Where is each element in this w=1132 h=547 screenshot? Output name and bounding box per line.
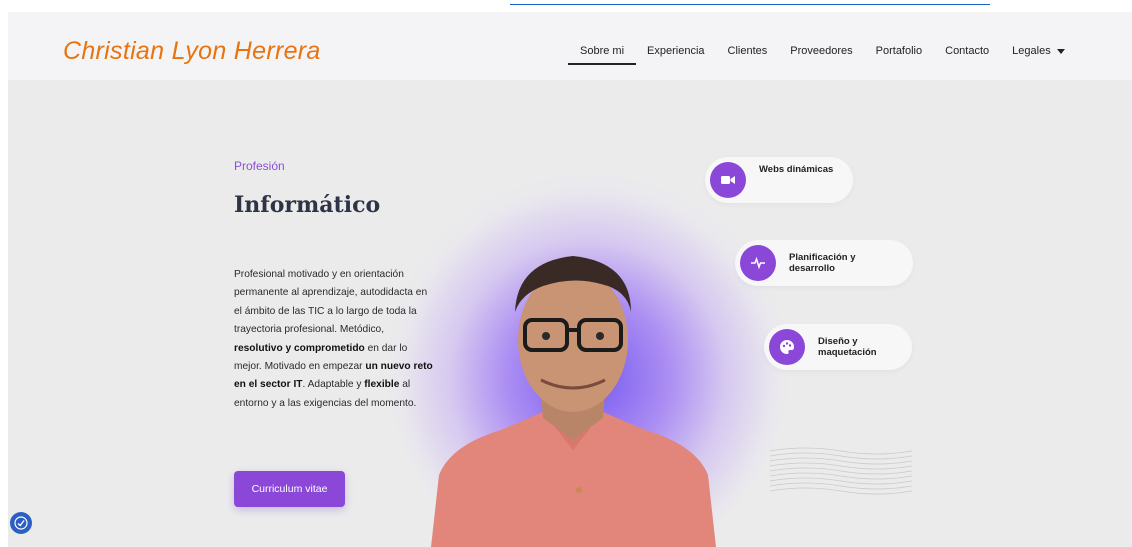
site-header: Christian Lyon Herrera Sobre mi Experien…	[8, 12, 1132, 80]
description-text: Profesional motivado y en orientación pe…	[234, 269, 428, 336]
video-camera-icon	[710, 162, 746, 198]
curriculum-vitae-button[interactable]: Curriculum vitae	[234, 471, 345, 507]
profile-description: Profesional motivado y en orientación pe…	[234, 266, 434, 413]
nav-item-experiencia[interactable]: Experiencia	[647, 45, 704, 57]
nav-item-legales-label: Legales	[1012, 45, 1051, 57]
description-bold-text: resolutivo y comprometido	[234, 342, 365, 354]
hero-section: Profesión Informático Profesional motiva…	[8, 80, 1132, 547]
nav-item-clientes[interactable]: Clientes	[728, 45, 768, 57]
feature-pill-diseno: Diseño y maquetación	[764, 324, 912, 370]
profile-portrait	[431, 256, 716, 547]
hyperlink-underline[interactable]	[510, 0, 990, 5]
nav-item-sobre-mi[interactable]: Sobre mi	[567, 45, 637, 65]
profession-label: Profesión	[234, 159, 285, 173]
pulse-wave-icon	[740, 245, 776, 281]
document-top-strip	[0, 0, 1132, 12]
feature-label-diseno: Diseño y maquetación	[818, 335, 877, 359]
accessibility-icon[interactable]	[10, 512, 32, 534]
decorative-waves	[770, 447, 912, 495]
description-bold-text: flexible	[364, 379, 400, 391]
feature-label-webs-dinamicas: Webs dinámicas	[759, 164, 834, 176]
palette-icon	[769, 329, 805, 365]
nav-item-portafolio[interactable]: Portafolio	[876, 45, 922, 57]
feature-pill-webs-dinamicas: Webs dinámicas	[705, 157, 853, 203]
nav-item-proveedores[interactable]: Proveedores	[790, 45, 852, 57]
nav-item-contacto[interactable]: Contacto	[945, 45, 989, 57]
page-title: Informático	[234, 192, 381, 218]
feature-pill-planificacion: Planificación y desarrollo	[735, 240, 913, 286]
description-text: . Adaptable y	[302, 379, 365, 391]
chevron-down-icon	[1056, 48, 1065, 54]
nav-item-legales[interactable]: Legales	[1012, 45, 1065, 57]
website-screenshot: Christian Lyon Herrera Sobre mi Experien…	[8, 12, 1132, 547]
feature-label-planificacion: Planificación y desarrollo	[789, 251, 856, 275]
main-nav: Sobre mi Experiencia Clientes Proveedore…	[567, 45, 1088, 65]
site-brand[interactable]: Christian Lyon Herrera	[63, 37, 321, 66]
